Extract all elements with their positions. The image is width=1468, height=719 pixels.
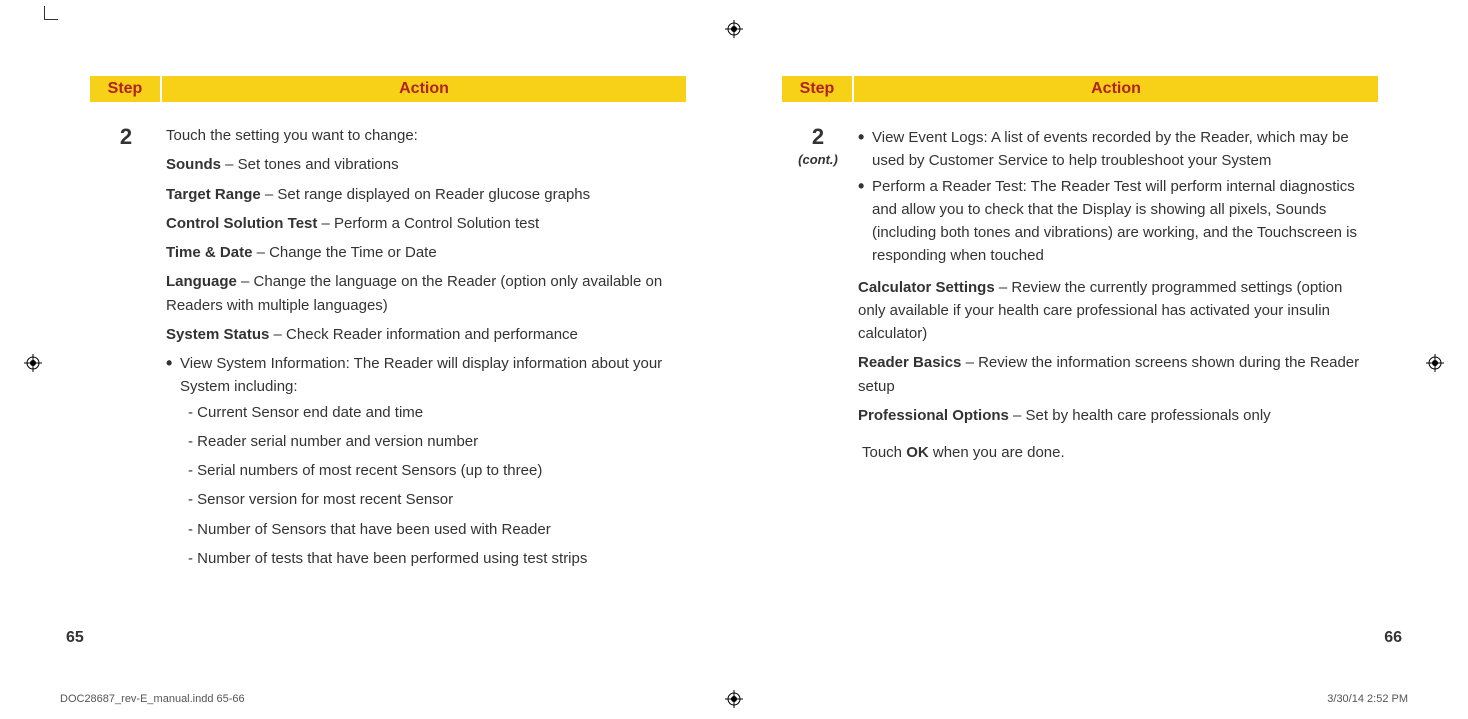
setting-reader-basics: Reader Basics – Review the information s… xyxy=(858,351,1372,398)
dash-item: - Number of Sensors that have been used … xyxy=(166,518,668,541)
crop-mark-top-left xyxy=(44,6,58,20)
dash-item: - Current Sensor end date and time xyxy=(166,401,668,424)
setting-target-range: Target Range – Set range displayed on Re… xyxy=(166,183,668,206)
step-cont-label: (cont.) xyxy=(782,152,854,167)
table-body-right: 2 (cont.) • View Event Logs: A list of e… xyxy=(782,102,1378,632)
col-header-action: Action xyxy=(854,76,1378,102)
dash-item: - Reader serial number and version numbe… xyxy=(166,430,668,453)
page-left: Step Action 2 Touch the setting you want… xyxy=(90,76,686,632)
footer-filename: DOC28687_rev-E_manual.indd 65-66 xyxy=(60,693,245,705)
print-footer: DOC28687_rev-E_manual.indd 65-66 3/30/14… xyxy=(60,693,1408,705)
setting-language: Language – Change the language on the Re… xyxy=(166,270,668,317)
bullet-reader-test: • Perform a Reader Test: The Reader Test… xyxy=(858,175,1372,268)
dash-item: - Serial numbers of most recent Sensors … xyxy=(166,459,668,482)
setting-time-date: Time & Date – Change the Time or Date xyxy=(166,241,668,264)
table-header-left: Step Action xyxy=(90,76,686,102)
bullet-icon: • xyxy=(858,175,872,268)
closing-line: Touch OK when you are done. xyxy=(858,441,1372,464)
col-header-step: Step xyxy=(782,76,854,102)
dash-item: - Number of tests that have been perform… xyxy=(166,547,668,570)
manual-spread: Step Action 2 Touch the setting you want… xyxy=(0,0,1468,719)
setting-calculator: Calculator Settings – Review the current… xyxy=(858,276,1372,346)
col-header-step: Step xyxy=(90,76,162,102)
table-body-left: 2 Touch the setting you want to change: … xyxy=(90,102,686,632)
table-header-right: Step Action xyxy=(782,76,1378,102)
setting-sounds: Sounds – Set tones and vibrations xyxy=(166,153,668,176)
registration-mark-top xyxy=(725,20,743,38)
page-right: Step Action 2 (cont.) • View Event Logs:… xyxy=(782,76,1378,632)
bullet-system-info: • View System Information: The Reader wi… xyxy=(166,352,668,399)
setting-control-solution: Control Solution Test – Perform a Contro… xyxy=(166,212,668,235)
page-number-right: 66 xyxy=(1384,629,1402,647)
setting-professional: Professional Options – Set by health car… xyxy=(858,404,1372,427)
bullet-icon: • xyxy=(166,352,180,399)
step-number-right: 2 (cont.) xyxy=(782,102,854,632)
setting-system-status: System Status – Check Reader information… xyxy=(166,323,668,346)
bullet-event-logs: • View Event Logs: A list of events reco… xyxy=(858,126,1372,173)
page-number-left: 65 xyxy=(66,629,84,647)
dash-item: - Sensor version for most recent Sensor xyxy=(166,488,668,511)
registration-mark-right xyxy=(1426,354,1444,372)
step-number-left: 2 xyxy=(90,102,162,632)
bullet-icon: • xyxy=(858,126,872,173)
registration-mark-left xyxy=(24,354,42,372)
footer-timestamp: 3/30/14 2:52 PM xyxy=(1327,693,1408,705)
intro-line: Touch the setting you want to change: xyxy=(166,124,668,147)
col-header-action: Action xyxy=(162,76,686,102)
page-spread: Step Action 2 Touch the setting you want… xyxy=(90,76,1378,632)
action-content-left: Touch the setting you want to change: So… xyxy=(162,102,686,632)
action-content-right: • View Event Logs: A list of events reco… xyxy=(854,102,1378,632)
